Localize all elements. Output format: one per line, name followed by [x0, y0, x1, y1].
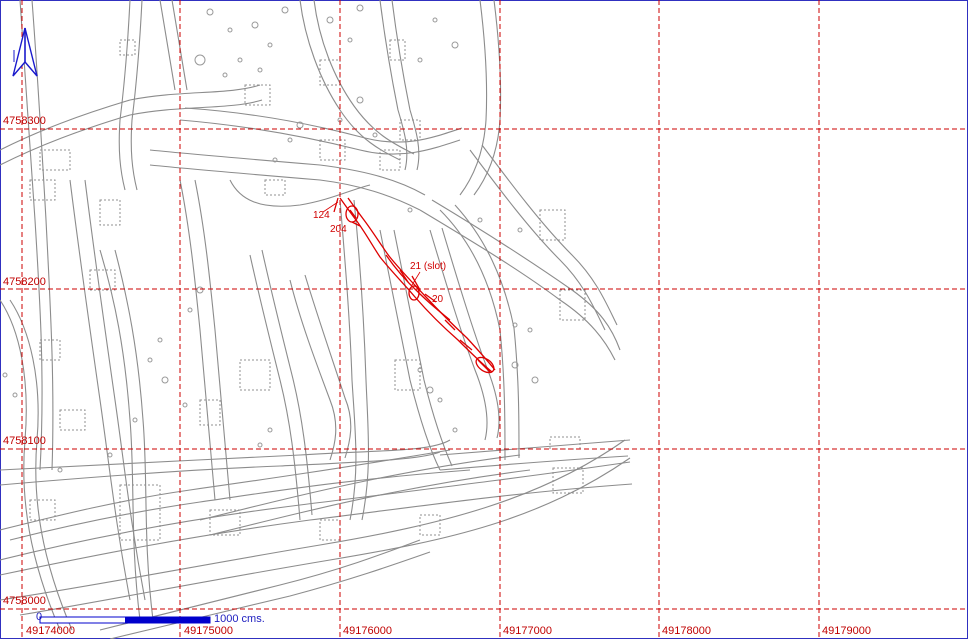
track-label-124: 124: [313, 210, 330, 221]
grid-x-label: 49176000: [343, 625, 392, 637]
grid-x-label: 49178000: [662, 625, 711, 637]
track-label-204: 204: [330, 224, 347, 235]
grid-y-label: 4758000: [3, 595, 46, 607]
scale-bar-label: 1000 cms.: [214, 613, 265, 625]
grid-y-label: 4758300: [3, 115, 46, 127]
grid-x-label: 49177000: [503, 625, 552, 637]
grid-y-label: 4758100: [3, 435, 46, 447]
grid-x-label: 49174000: [26, 625, 75, 637]
grid-x-label: 49175000: [184, 625, 233, 637]
map-border: [0, 0, 968, 639]
grid-x-label: 49179000: [822, 625, 871, 637]
track-label-20: 20: [432, 294, 444, 305]
track-label-21-slot: 21 (slot): [410, 261, 446, 272]
grid-y-label: 4758200: [3, 276, 46, 288]
map-viewer[interactable]: 124 204 21 (slot) 20 49174000 49175000 4…: [0, 0, 968, 640]
scale-bar-zero: 0: [36, 611, 42, 623]
map-canvas[interactable]: 124 204 21 (slot) 20 49174000 49175000 4…: [0, 0, 968, 640]
